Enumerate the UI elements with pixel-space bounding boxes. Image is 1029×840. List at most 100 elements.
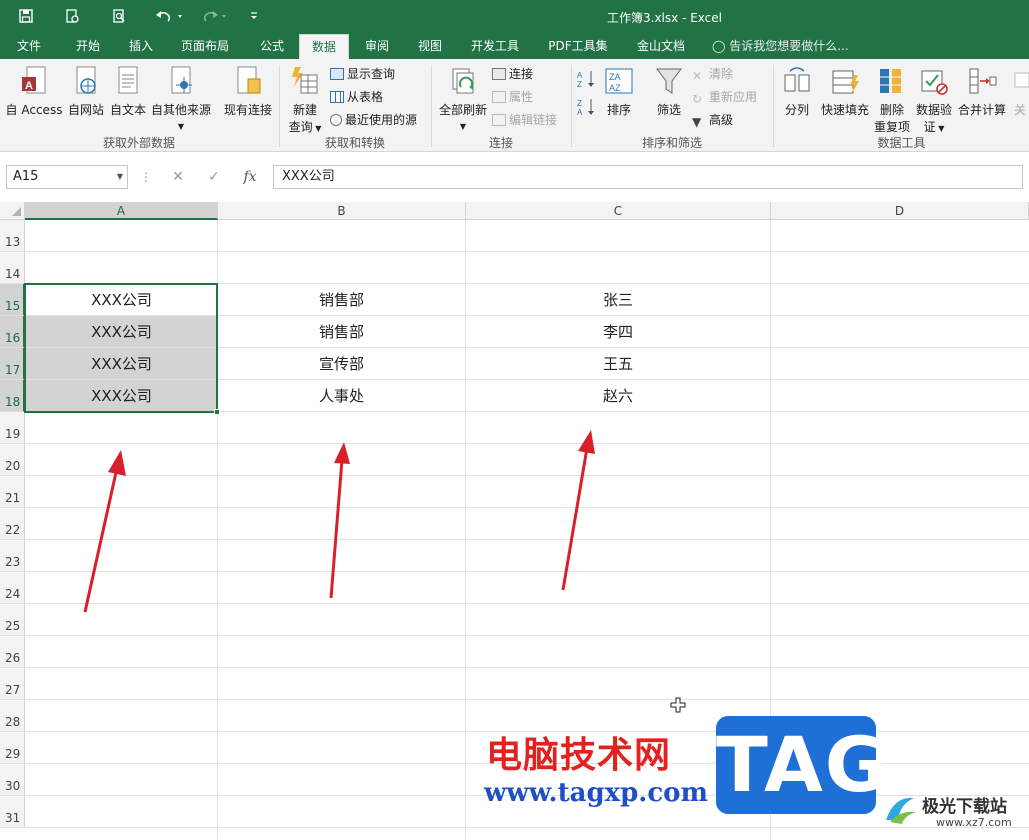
- other-sources-icon: [171, 66, 192, 94]
- relationships-icon: [1014, 72, 1029, 88]
- from-other-sources-button[interactable]: 自其他来源 ▼: [148, 65, 214, 132]
- sort-descending-button[interactable]: ZA: [576, 97, 600, 120]
- filter-button[interactable]: 筛选: [648, 65, 690, 118]
- svg-text:A: A: [577, 108, 583, 117]
- remove-duplicates-button[interactable]: 删除 重复项: [872, 65, 912, 135]
- reapply-filter-button[interactable]: ↻ 重新应用: [692, 87, 757, 107]
- reapply-icon: ↻: [692, 92, 703, 106]
- dropdown-arrow-icon: ▼: [312, 124, 322, 133]
- refresh-all-button[interactable]: 全部刷新 ▼: [436, 65, 490, 132]
- recent-sources-button[interactable]: 最近使用的源: [330, 110, 417, 130]
- formula-input[interactable]: XXX公司: [273, 165, 1023, 189]
- tell-me-search[interactable]: ◯ 告诉我您想要做什么...: [712, 34, 849, 59]
- tab-page-layout[interactable]: 页面布局: [172, 34, 238, 59]
- text-file-icon: [118, 66, 138, 94]
- formula-bar: A15 ▼ ⋮ ✕ ✓ fx XXX公司: [0, 152, 1029, 202]
- new-query-icon: [292, 67, 318, 94]
- chevron-down-icon[interactable]: ▼: [117, 166, 123, 188]
- svg-text:Z: Z: [577, 99, 582, 108]
- show-queries-icon: [330, 68, 344, 80]
- connections-button[interactable]: 连接: [492, 64, 533, 84]
- sort-az-icon: AZ: [577, 71, 594, 89]
- show-queries-button[interactable]: 显示查询: [330, 64, 395, 84]
- ribbon-tabs: 文件 开始 插入 页面布局 公式 数据 审阅 视图 开发工具 PDF工具集 金山…: [0, 34, 1029, 59]
- data-validation-button[interactable]: 数据验证 ▼: [914, 65, 954, 135]
- red-arrow-b: [329, 442, 350, 599]
- group-label-get-transform: 获取和转换: [324, 136, 385, 150]
- connections-icon: [492, 68, 506, 80]
- existing-connections-button[interactable]: 现有连接: [220, 65, 276, 118]
- svg-text:A: A: [577, 71, 583, 80]
- tab-developer[interactable]: 开发工具: [462, 34, 528, 59]
- existing-connections-icon: [237, 66, 261, 94]
- clock-icon: [330, 114, 342, 126]
- properties-button[interactable]: 属性: [492, 87, 533, 107]
- svg-text:Z: Z: [577, 80, 582, 89]
- watermark-site-badge: 极光下载站 www.xz7.com: [880, 784, 1029, 840]
- tab-data[interactable]: 数据: [299, 34, 349, 59]
- flash-fill-icon: [832, 70, 859, 95]
- tab-formulas[interactable]: 公式: [250, 34, 294, 59]
- dropdown-arrow-icon: ▼: [177, 122, 185, 131]
- svg-text:A: A: [25, 80, 33, 92]
- sort-button[interactable]: ZA AZ 排序: [602, 65, 636, 118]
- from-web-button[interactable]: 自网站: [65, 65, 107, 118]
- tab-home[interactable]: 开始: [66, 34, 110, 59]
- group-label-connections: 连接: [488, 136, 513, 150]
- cancel-icon[interactable]: ✕: [168, 165, 188, 189]
- clear-filter-button[interactable]: ✕ 清除: [692, 64, 733, 84]
- watermark-title: 电脑技术网: [486, 735, 672, 776]
- svg-text:ZA: ZA: [609, 72, 621, 82]
- more-options-icon[interactable]: ⋮: [136, 165, 156, 189]
- edit-links-button[interactable]: 编辑链接: [492, 110, 557, 130]
- table-icon: [330, 91, 344, 103]
- group-label-data-tools: 数据工具: [877, 136, 926, 150]
- dropdown-arrow-icon: ▼: [459, 122, 467, 131]
- refresh-all-icon: [452, 68, 474, 94]
- tab-view[interactable]: 视图: [408, 34, 452, 59]
- excel-window: 工作簿3.xlsx - Excel 文件 开始 插入 页面布局 公式 数据 审阅…: [0, 0, 1029, 840]
- advanced-filter-icon: ▼: [692, 115, 702, 129]
- name-box-value: A15: [13, 169, 39, 184]
- new-query-button[interactable]: 新建 查询 ▼: [284, 65, 326, 135]
- sort-ascending-button[interactable]: AZ: [576, 69, 600, 92]
- consolidate-icon: [969, 68, 997, 94]
- text-to-columns-button[interactable]: 分列: [778, 65, 816, 118]
- window-title: 工作簿3.xlsx - Excel: [607, 11, 722, 25]
- name-box[interactable]: A15 ▼: [6, 165, 128, 189]
- watermark-site-name: 极光下载站: [922, 797, 1007, 817]
- red-arrow-a: [83, 450, 126, 613]
- consolidate-button[interactable]: 合并计算: [956, 65, 1008, 118]
- from-text-button[interactable]: 自文本: [107, 65, 149, 118]
- from-access-button[interactable]: A 自 Access: [4, 65, 64, 118]
- group-label-get-external: 获取外部数据: [102, 136, 175, 150]
- tab-review[interactable]: 审阅: [356, 34, 398, 59]
- watermark-tag-logo: TAG: [716, 716, 887, 814]
- tab-pdf-tools[interactable]: PDF工具集: [538, 34, 618, 59]
- text-to-columns-icon: [784, 67, 810, 92]
- from-table-button[interactable]: 从表格: [330, 87, 383, 107]
- aurora-logo-icon: [886, 797, 916, 824]
- tab-file[interactable]: 文件: [8, 34, 50, 59]
- filter-funnel-icon: [656, 68, 682, 94]
- flash-fill-button[interactable]: 快速填充: [818, 65, 872, 118]
- watermark-site-url: www.xz7.com: [936, 816, 1012, 829]
- svg-text:AZ: AZ: [609, 83, 621, 93]
- insert-function-icon[interactable]: fx: [240, 165, 260, 189]
- remove-duplicates-icon: [880, 69, 901, 93]
- watermark-url: www.tagxp.com: [484, 778, 709, 808]
- tab-kingsoft-docs[interactable]: 金山文档: [628, 34, 694, 59]
- advanced-filter-button[interactable]: ▼ 高级: [692, 110, 733, 130]
- dropdown-arrow-icon: ▼: [935, 124, 945, 133]
- cell-cursor-icon: [670, 697, 686, 713]
- tell-me-text: 告诉我您想要做什么...: [729, 39, 849, 53]
- tab-insert[interactable]: 插入: [120, 34, 162, 59]
- properties-icon: [492, 91, 506, 103]
- data-validation-icon: [921, 70, 948, 95]
- relationships-button[interactable]: 关: [1010, 65, 1029, 118]
- sort-icon: ZAAZ: [605, 68, 633, 94]
- web-icon: [76, 66, 96, 94]
- group-label-sort-filter: 排序和筛选: [641, 136, 702, 150]
- enter-check-icon[interactable]: ✓: [204, 165, 224, 189]
- clear-filter-icon: ✕: [692, 69, 703, 83]
